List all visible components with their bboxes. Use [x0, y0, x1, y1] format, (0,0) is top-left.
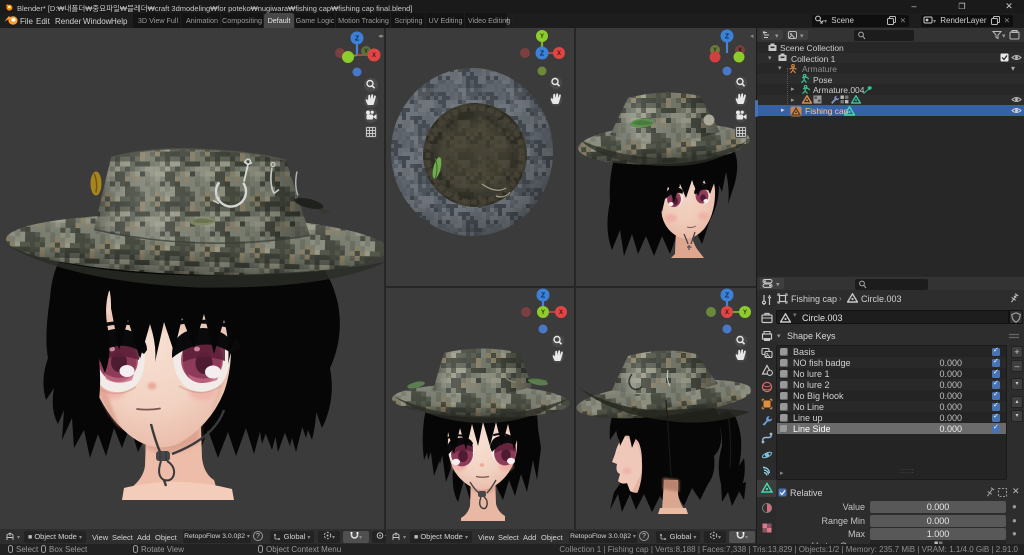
- svg-text:Y: Y: [540, 34, 544, 40]
- svg-text:X: X: [559, 310, 563, 316]
- svg-text:▾: ▾: [800, 33, 804, 40]
- svg-text:X: X: [725, 310, 729, 316]
- svg-text:▾: ▾: [775, 33, 779, 40]
- svg-text:Z: Z: [355, 36, 360, 43]
- svg-text:Z: Z: [541, 293, 546, 300]
- svg-text:Z: Z: [725, 34, 730, 41]
- svg-text:X: X: [557, 51, 561, 57]
- svg-text:▾: ▾: [933, 19, 936, 25]
- svg-text:▾: ▾: [403, 535, 406, 541]
- svg-text:Z: Z: [725, 293, 730, 300]
- svg-text:▾: ▾: [776, 282, 780, 289]
- svg-text:Y: Y: [541, 310, 545, 316]
- svg-text:Y: Y: [743, 310, 747, 316]
- svg-text:+: +: [1016, 30, 1019, 36]
- svg-text:X: X: [372, 53, 376, 59]
- svg-text:Z: Z: [540, 51, 545, 58]
- svg-text:▾: ▾: [1002, 33, 1006, 40]
- svg-text:Y: Y: [364, 49, 368, 55]
- svg-text:▾: ▾: [824, 19, 827, 25]
- svg-text:▾: ▾: [17, 535, 20, 541]
